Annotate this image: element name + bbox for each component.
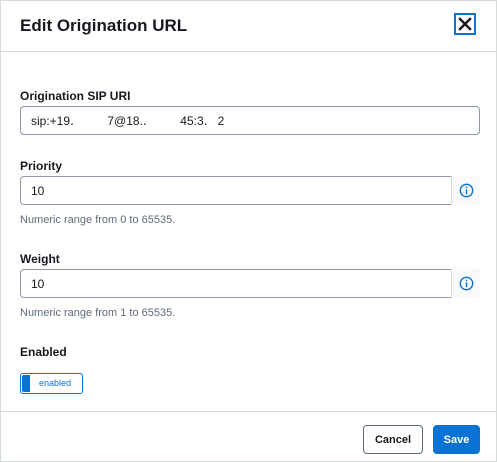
weight-info-button[interactable]: [451, 269, 480, 298]
close-button[interactable]: [454, 13, 476, 35]
dialog-header: Edit Origination URL: [1, 1, 496, 52]
sip-uri-input[interactable]: [20, 106, 480, 135]
cancel-button[interactable]: Cancel: [363, 425, 423, 454]
save-button[interactable]: Save: [433, 425, 480, 454]
footer-divider: [1, 411, 496, 412]
priority-input[interactable]: [20, 176, 480, 205]
weight-hint: Numeric range from 1 to 65535.: [20, 307, 176, 319]
toggle-indicator: [22, 375, 30, 392]
enabled-label: Enabled: [20, 345, 67, 359]
priority-hint: Numeric range from 0 to 65535.: [20, 214, 176, 226]
priority-label: Priority: [20, 159, 63, 173]
info-icon: [459, 276, 474, 291]
weight-input[interactable]: [20, 269, 480, 298]
edit-origination-url-dialog: Edit Origination URL Origination SIP URI…: [0, 0, 497, 462]
priority-info-button[interactable]: [451, 176, 480, 205]
weight-label: Weight: [20, 252, 60, 266]
enabled-toggle[interactable]: enabled: [20, 373, 83, 394]
info-icon: [459, 183, 474, 198]
sip-uri-label: Origination SIP URI: [20, 89, 131, 103]
toggle-state-text: enabled: [39, 378, 72, 388]
close-icon: [458, 17, 472, 31]
dialog-title: Edit Origination URL: [20, 16, 188, 35]
